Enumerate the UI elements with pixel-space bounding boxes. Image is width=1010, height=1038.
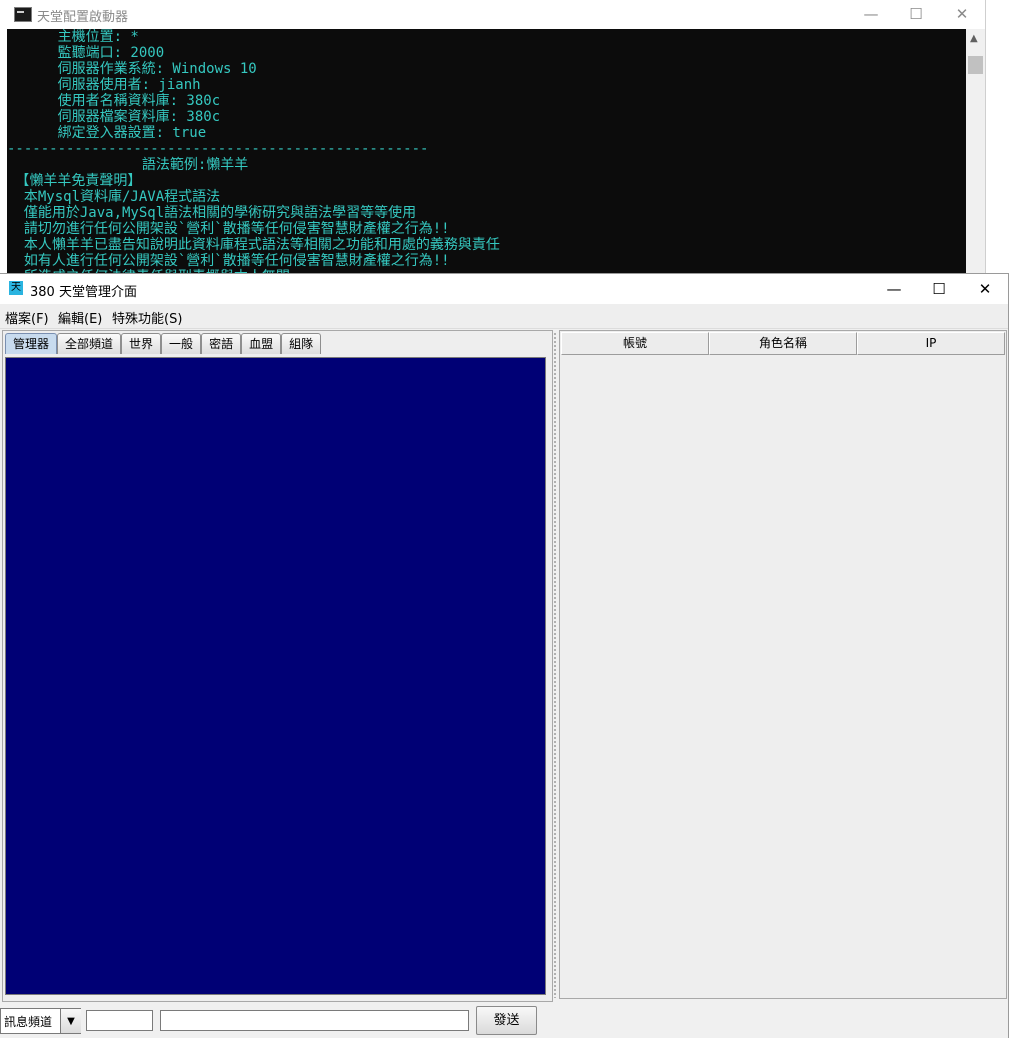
console-line: 伺服器作業系統: Windows 10: [7, 61, 257, 77]
console-line: 伺服器檔案資料庫: 380c: [7, 109, 221, 125]
menu-edit[interactable]: 編輯(E): [58, 308, 102, 327]
tab-world[interactable]: 世界: [121, 333, 162, 354]
message-input-bar: 訊息頻道 ▼ 發送: [0, 1002, 1008, 1038]
tab-general[interactable]: 一般: [161, 333, 202, 354]
channel-select[interactable]: 訊息頻道 ▼: [0, 1008, 81, 1034]
player-table-header: 帳號 角色名稱 IP: [561, 332, 1005, 355]
tab-all-channels[interactable]: 全部頻道: [57, 333, 122, 354]
tab-party[interactable]: 組隊: [281, 333, 322, 354]
menu-special[interactable]: 特殊功能(S): [112, 308, 182, 327]
player-table-panel: 帳號 角色名稱 IP: [559, 330, 1007, 999]
chat-panel: 管理器 全部頻道 世界 一般 密語 血盟 組隊: [2, 330, 553, 1002]
console-output[interactable]: 主機位置: * 監聽端口: 2000 伺服器作業系統: Windows 10 伺…: [7, 29, 966, 274]
manager-close-button[interactable]: ✕: [962, 275, 1008, 303]
channel-select-value: 訊息頻道: [4, 1015, 53, 1029]
console-window: 天堂配置啟動器 — ☐ ✕ 主機位置: * 監聽端口: 2000 伺服器作業系統…: [0, 0, 985, 274]
manager-window: 天 380 天堂管理介面 — ☐ ✕ 檔案(F) 編輯(E) 特殊功能(S) 管…: [0, 274, 1008, 1038]
manager-minimize-button[interactable]: —: [871, 275, 917, 303]
chat-log-area[interactable]: [5, 357, 546, 995]
console-line: 本人懶羊羊已盡告知說明此資料庫程式語法等相關之功能和用處的義務與責任: [7, 237, 500, 253]
menu-file[interactable]: 檔案(F): [5, 308, 49, 327]
message-input[interactable]: [160, 1010, 469, 1031]
console-line: 伺服器使用者: jianh: [7, 77, 201, 93]
console-line: 【懶羊羊免責聲明】: [7, 173, 142, 189]
console-scrollbar[interactable]: ▲: [966, 29, 985, 274]
tab-whisper[interactable]: 密語: [201, 333, 242, 354]
console-line: 請切勿進行任何公開架設`營利`散播等任何侵害智慧財產權之行為!!: [7, 221, 450, 237]
console-title: 天堂配置啟動器: [37, 10, 129, 25]
column-header-account[interactable]: 帳號: [561, 332, 709, 355]
console-line: 監聽端口: 2000: [7, 45, 165, 61]
manager-maximize-button[interactable]: ☐: [916, 275, 962, 303]
console-line: 語法範例:懶羊羊: [7, 157, 249, 173]
console-icon: [14, 7, 32, 22]
chevron-down-icon[interactable]: ▼: [60, 1009, 81, 1033]
console-line: 使用者名稱資料庫: 380c: [7, 93, 221, 109]
console-close-button[interactable]: ✕: [939, 0, 985, 28]
menu-bar: 檔案(F) 編輯(E) 特殊功能(S): [0, 304, 1008, 329]
manager-title: 380 天堂管理介面: [30, 285, 137, 300]
column-header-ip[interactable]: IP: [857, 332, 1005, 355]
column-header-character-name[interactable]: 角色名稱: [709, 332, 857, 355]
console-line: 主機位置: *: [7, 29, 139, 45]
scroll-up-arrow-icon[interactable]: ▲: [970, 33, 978, 44]
tab-clan[interactable]: 血盟: [241, 333, 282, 354]
split-pane-divider[interactable]: [553, 332, 557, 998]
console-maximize-button[interactable]: ☐: [893, 0, 939, 28]
console-minimize-button[interactable]: —: [848, 0, 894, 28]
tab-manager[interactable]: 管理器: [5, 333, 58, 354]
console-line: 本Mysql資料庫/JAVA程式語法: [7, 189, 221, 205]
manager-titlebar[interactable]: 天 380 天堂管理介面 — ☐ ✕: [0, 274, 1008, 304]
console-line: 綁定登入器設置: true: [7, 125, 207, 141]
app-logo-icon: 天: [9, 281, 23, 295]
console-titlebar[interactable]: 天堂配置啟動器 — ☐ ✕: [0, 0, 985, 29]
channel-tabs: 管理器 全部頻道 世界 一般 密語 血盟 組隊: [5, 333, 322, 355]
console-line: 僅能用於Java,MySql語法相關的學術研究與語法學習等等使用: [7, 205, 417, 221]
console-line: ----------------------------------------…: [7, 141, 429, 157]
console-line: 如有人進行任何公開架設`營利`散播等任何侵害智慧財產權之行為!!: [7, 253, 450, 269]
send-button[interactable]: 發送: [476, 1006, 537, 1035]
target-name-input[interactable]: [86, 1010, 153, 1031]
console-scroll-thumb[interactable]: [968, 56, 983, 74]
